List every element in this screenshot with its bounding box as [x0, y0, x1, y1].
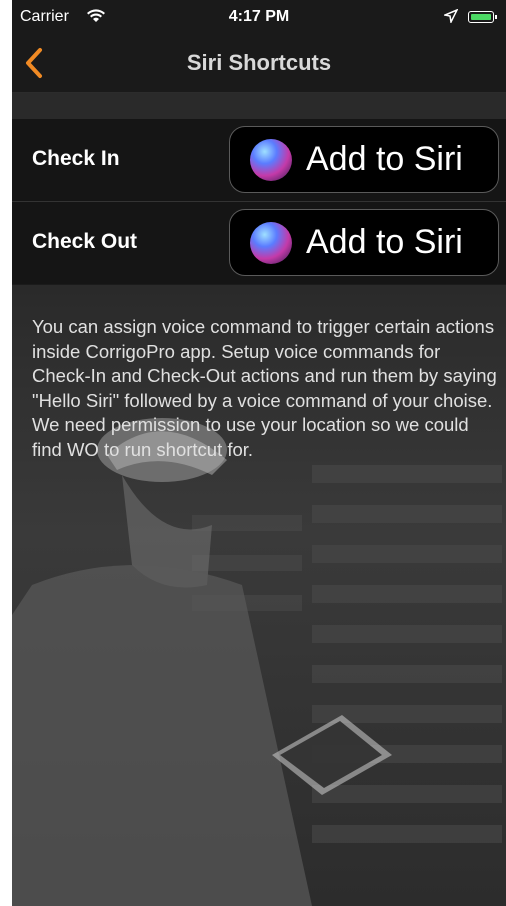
add-to-siri-button[interactable]: Add to Siri [229, 126, 499, 193]
siri-icon [250, 222, 292, 264]
navigation-bar: Siri Shortcuts [12, 36, 506, 93]
status-bar: Carrier 4:17 PM [12, 0, 506, 36]
add-to-siri-button[interactable]: Add to Siri [229, 209, 499, 276]
shortcut-label: Check Out [32, 230, 138, 253]
battery-icon [468, 11, 497, 23]
shortcut-row-check-in: Check In Add to Siri [12, 119, 506, 202]
page-title: Siri Shortcuts [186, 50, 332, 75]
location-arrow-icon [444, 9, 458, 23]
section-spacer [12, 93, 506, 119]
shortcut-row-check-out: Check Out Add to Siri [12, 202, 506, 284]
add-to-siri-label: Add to Siri [306, 223, 463, 261]
app-screen: Carrier 4:17 PM Siri Shortcuts Check In … [12, 0, 506, 906]
shortcut-label: Check In [32, 147, 120, 170]
clock: 4:17 PM [228, 8, 290, 25]
description-text: You can assign voice command to trigger … [32, 316, 497, 460]
add-to-siri-label: Add to Siri [306, 140, 463, 178]
siri-icon [250, 139, 292, 181]
